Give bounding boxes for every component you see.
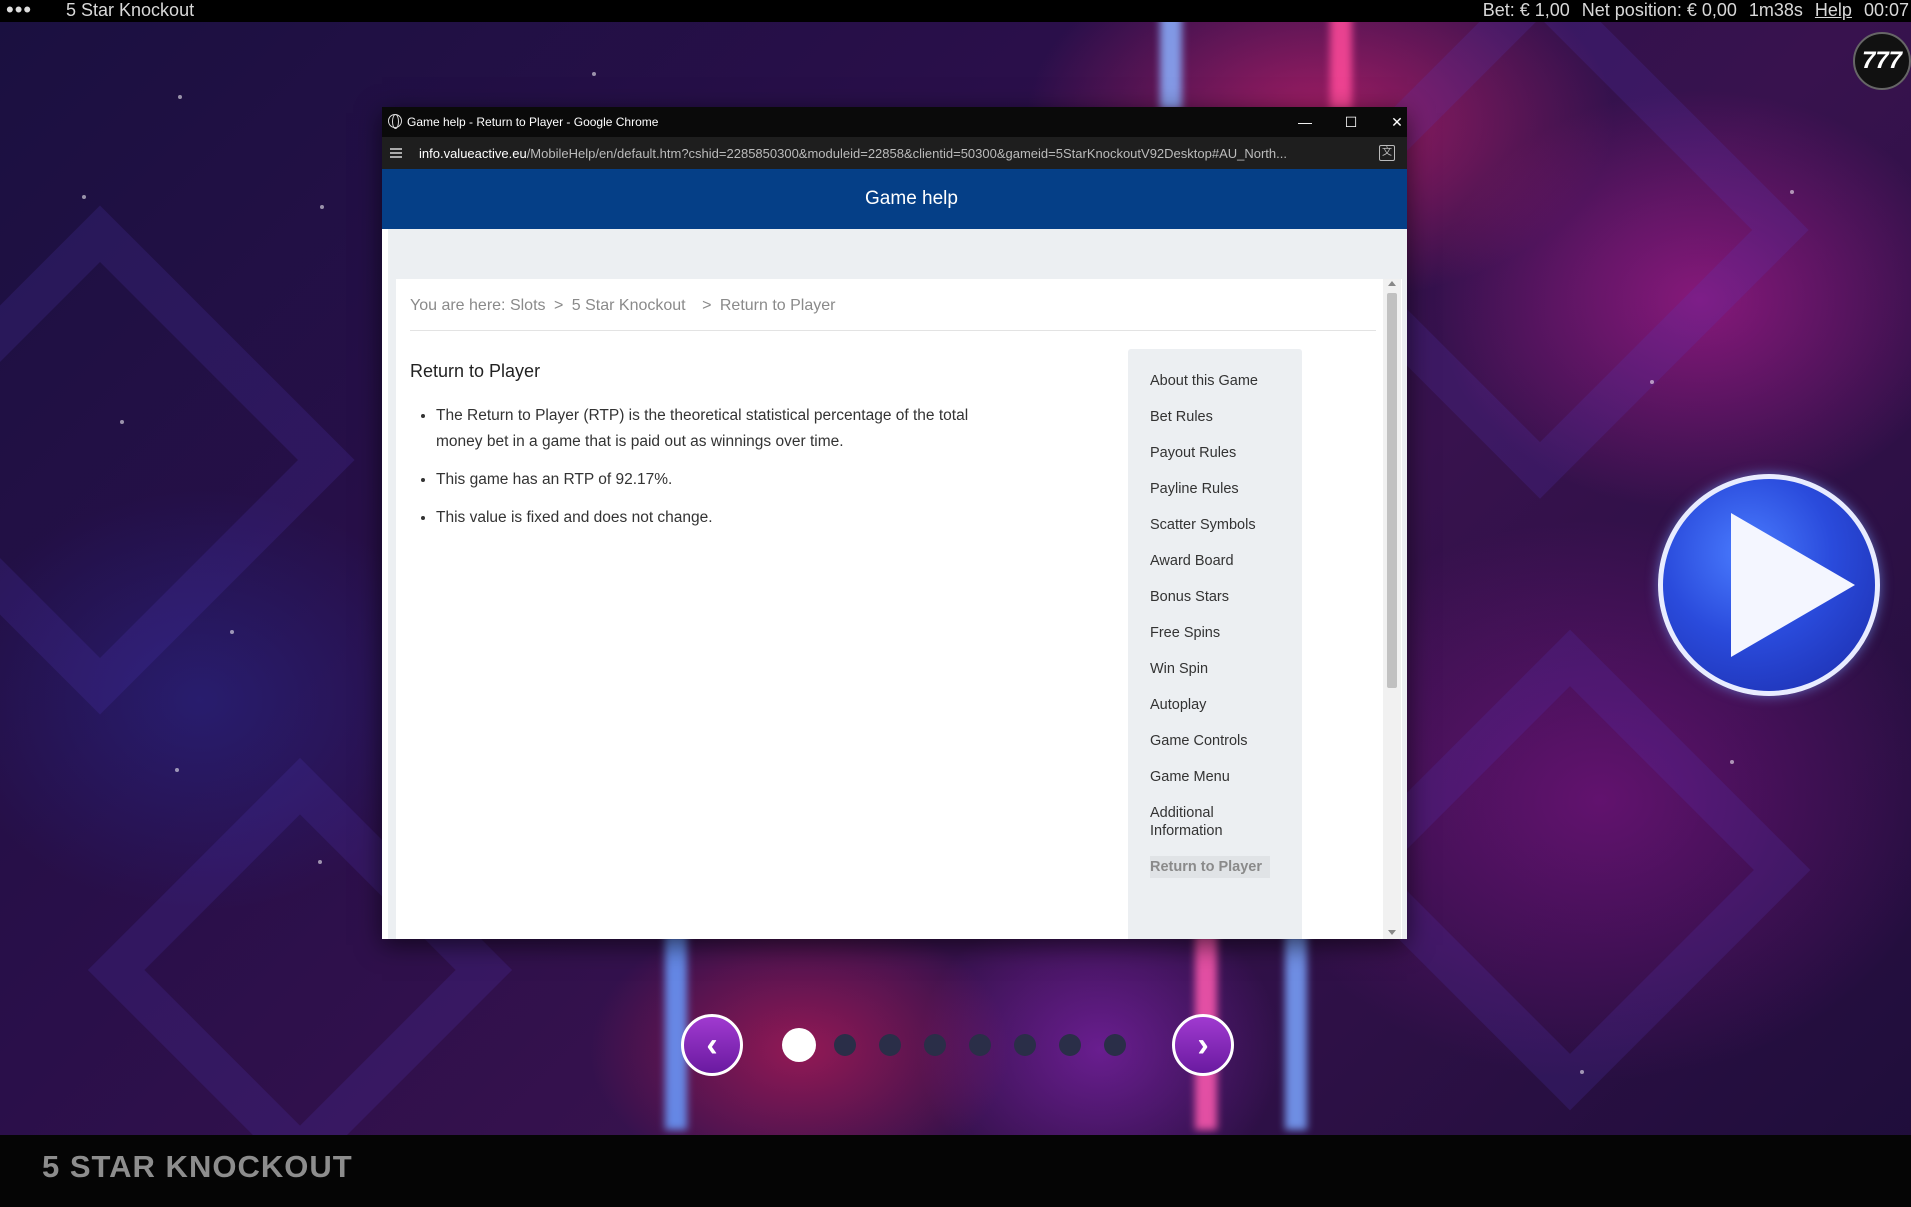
play-button[interactable]: [1658, 474, 1880, 696]
menu-item-bonus-stars[interactable]: Bonus Stars: [1128, 579, 1302, 615]
address-bar[interactable]: info.valueactive.eu/MobileHelp/en/defaul…: [382, 137, 1407, 169]
breadcrumb-divider: [410, 330, 1376, 331]
window-title: Game help - Return to Player - Google Ch…: [407, 115, 659, 129]
previous-page-button[interactable]: ‹: [681, 1014, 743, 1076]
window-titlebar: Game help - Return to Player - Google Ch…: [382, 107, 1407, 137]
menu-item-free-spins[interactable]: Free Spins: [1128, 615, 1302, 651]
play-icon: [1731, 513, 1855, 657]
light-beam: [1285, 930, 1307, 1130]
game-title: 5 Star Knockout: [66, 0, 195, 20]
next-page-button[interactable]: ›: [1172, 1014, 1234, 1076]
minimize-button[interactable]: —: [1290, 111, 1320, 133]
scrollbar-thumb[interactable]: [1387, 293, 1397, 688]
maximize-button[interactable]: ☐: [1336, 111, 1366, 133]
page-indicator-dot[interactable]: [1104, 1034, 1126, 1056]
brand-777-logo: 777: [1853, 32, 1911, 90]
menu-item-return-to-player[interactable]: Return to Player: [1128, 849, 1302, 885]
scroll-up-icon[interactable]: [1388, 281, 1396, 286]
net-position-display: Net position: € 0,00: [1581, 0, 1737, 20]
menu-item-additional-information[interactable]: Additional Information: [1128, 795, 1248, 849]
bottom-brand-bar: 5 STAR KNOCKOUT: [0, 1135, 1911, 1207]
page-indicator-dot[interactable]: [879, 1034, 901, 1056]
breadcrumb: You are here: Slots > 5 Star Knockout > …: [410, 297, 835, 315]
background-star: [1650, 380, 1654, 384]
breadcrumb-item-slots[interactable]: Slots: [510, 297, 546, 314]
background-star: [178, 95, 182, 99]
background-star: [320, 205, 324, 209]
breadcrumb-item-game[interactable]: 5 Star Knockout: [572, 297, 686, 314]
translate-icon[interactable]: 文: [1379, 145, 1395, 161]
page-title: Return to Player: [410, 361, 541, 381]
background-star: [1730, 760, 1734, 764]
breadcrumb-prefix: You are here:: [410, 297, 506, 314]
background-star: [82, 195, 86, 199]
background-diamond: [0, 205, 355, 715]
close-button[interactable]: ✕: [1382, 111, 1407, 133]
page-indicator-dot[interactable]: [782, 1028, 816, 1062]
menu-item-award-board[interactable]: Award Board: [1128, 543, 1302, 579]
session-stats: Bet: € 1,00 Net position: € 0,00 1m38s H…: [1483, 0, 1909, 21]
url-text[interactable]: info.valueactive.eu/MobileHelp/en/defaul…: [419, 146, 1369, 161]
help-topics-menu: About this Game Bet Rules Payout Rules P…: [1128, 349, 1302, 939]
session-timer: 1m38s: [1748, 0, 1803, 20]
site-settings-icon[interactable]: [390, 146, 404, 160]
help-link[interactable]: Help: [1815, 0, 1852, 21]
help-page: You are here: Slots > 5 Star Knockout > …: [396, 279, 1402, 939]
menu-dots-icon[interactable]: •••: [6, 0, 32, 23]
background-star: [230, 630, 234, 634]
game-brand-title: 5 STAR KNOCKOUT: [42, 1149, 353, 1184]
page-indicator-dot[interactable]: [969, 1034, 991, 1056]
background-star: [592, 72, 596, 76]
breadcrumb-separator: >: [553, 297, 564, 314]
list-item: This value is fixed and does not change.: [436, 505, 996, 531]
menu-item-about[interactable]: About this Game: [1128, 363, 1302, 399]
menu-item-payline-rules[interactable]: Payline Rules: [1128, 471, 1302, 507]
help-browser-window: Game help - Return to Player - Google Ch…: [382, 107, 1407, 939]
list-item: The Return to Player (RTP) is the theore…: [436, 403, 996, 455]
menu-item-bet-rules[interactable]: Bet Rules: [1128, 399, 1302, 435]
page-indicator-dot[interactable]: [834, 1034, 856, 1056]
page-indicator-dot[interactable]: [1014, 1034, 1036, 1056]
scroll-down-icon[interactable]: [1388, 930, 1396, 935]
menu-item-autoplay[interactable]: Autoplay: [1128, 687, 1302, 723]
background-star: [175, 768, 179, 772]
breadcrumb-separator: >: [702, 297, 712, 314]
bet-display: Bet: € 1,00: [1482, 0, 1570, 20]
clock: 00:07: [1863, 0, 1909, 20]
menu-item-game-menu[interactable]: Game Menu: [1128, 759, 1302, 795]
background-star: [1790, 190, 1794, 194]
menu-item-win-spin[interactable]: Win Spin: [1128, 651, 1302, 687]
menu-item-game-controls[interactable]: Game Controls: [1128, 723, 1302, 759]
globe-icon: [388, 114, 402, 129]
background-star: [318, 860, 322, 864]
background-star: [1580, 1070, 1584, 1074]
page-indicator-dot[interactable]: [1059, 1034, 1081, 1056]
help-header: Game help: [382, 169, 1407, 229]
background-star: [120, 420, 124, 424]
top-status-bar: ••• 5 Star Knockout Bet: € 1,00 Net posi…: [0, 0, 1911, 22]
menu-item-payout-rules[interactable]: Payout Rules: [1128, 435, 1302, 471]
page-indicator-dot[interactable]: [924, 1034, 946, 1056]
breadcrumb-item-current: Return to Player: [719, 297, 836, 314]
page-scrollbar[interactable]: [1383, 279, 1401, 939]
active-menu-label: Return to Player: [1150, 856, 1270, 878]
rtp-info-list: The Return to Player (RTP) is the theore…: [436, 403, 996, 543]
list-item: This game has an RTP of 92.17%.: [436, 467, 996, 493]
menu-item-scatter-symbols[interactable]: Scatter Symbols: [1128, 507, 1302, 543]
